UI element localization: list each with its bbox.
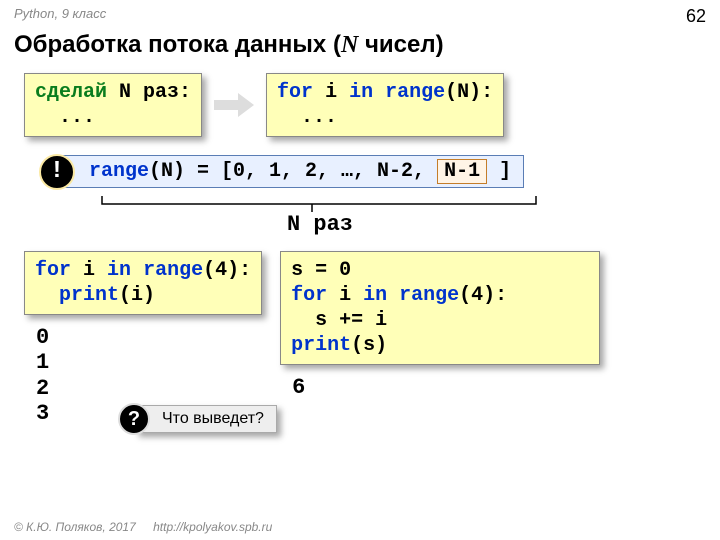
range-expansion: ! range(N) = [0, 1, 2, …, N-2, N-1 ] xyxy=(60,155,524,188)
bracket-n-times: N раз xyxy=(100,194,540,237)
bracket-label: N раз xyxy=(100,212,540,237)
page-number: 62 xyxy=(686,6,706,27)
exclamation-badge-icon: ! xyxy=(39,154,75,190)
row-pseudo-to-for: сделай N раз: ... for i in range(N): ... xyxy=(24,73,720,137)
arrow-right-icon xyxy=(214,97,254,113)
row-examples: for i in range(4): print(i) 0 1 2 3 s = … xyxy=(24,251,720,426)
copyright: © К.Ю. Поляков, 2017 xyxy=(14,520,136,534)
question-text: Что выведет? xyxy=(162,410,264,427)
code-pseudocode: сделай N раз: ... xyxy=(24,73,202,137)
out-line: 0 xyxy=(36,325,262,350)
course-label: Python, 9 класс xyxy=(14,6,106,27)
slide-header: Python, 9 класс 62 xyxy=(0,0,720,27)
slide-footer: © К.Ю. Поляков, 2017 http://kpolyakov.sp… xyxy=(14,520,272,534)
out-line: 2 xyxy=(36,376,262,401)
code-for4-print: for i in range(4): print(i) xyxy=(24,251,262,315)
page-title: Обработка потока данных (N чисел) xyxy=(0,27,720,67)
output-right: 6 xyxy=(292,375,600,400)
out-line: 1 xyxy=(36,350,262,375)
question-callout: ? Что выведет? xyxy=(135,405,277,433)
code-for-n: for i in range(N): ... xyxy=(266,73,504,137)
code-sum: s = 0 for i in range(4): s += i print(s) xyxy=(280,251,600,365)
question-badge-icon: ? xyxy=(118,403,150,435)
footer-url: http://kpolyakov.spb.ru xyxy=(153,520,272,534)
